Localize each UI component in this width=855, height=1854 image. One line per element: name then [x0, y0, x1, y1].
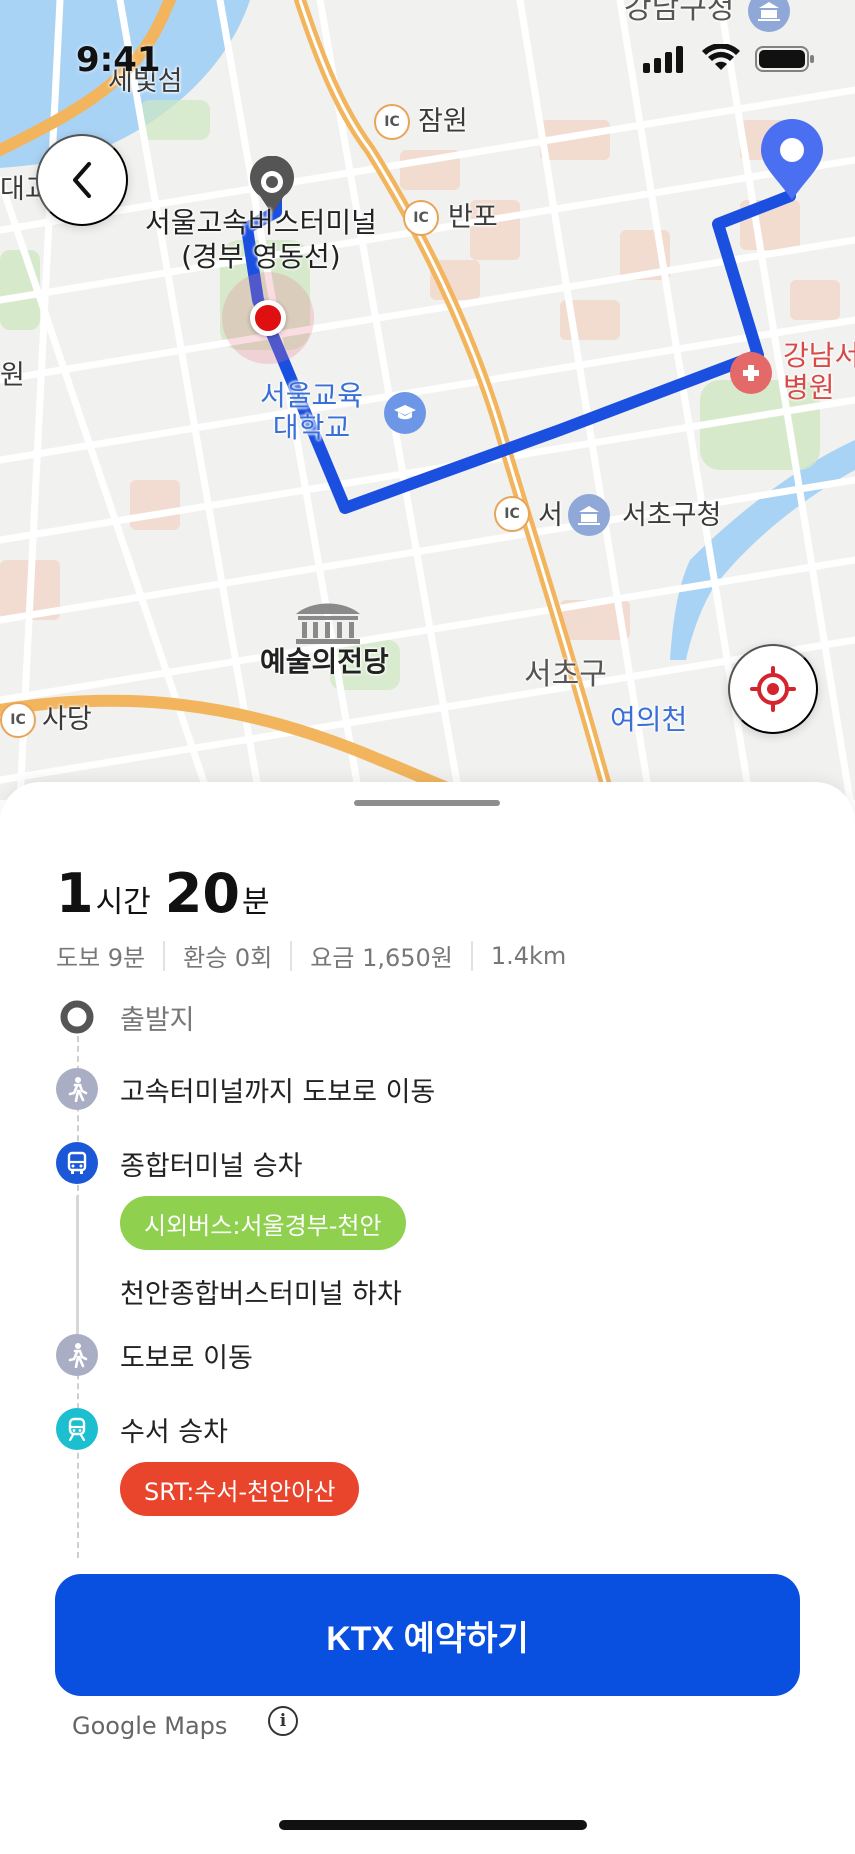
ic-badge-icon: IC: [0, 702, 36, 738]
status-bar: 9:41: [0, 0, 855, 110]
duration-hours: 1: [56, 862, 94, 925]
map-label-yeouicheon: 여의천: [610, 703, 688, 736]
sheet-grabber[interactable]: [354, 800, 500, 806]
walking-person-icon: [56, 1334, 98, 1376]
route-detail-sheet: 1 시간 20 분 도보 9분 환승 0회 요금 1,650원 1.4km 출발…: [0, 782, 855, 1854]
summary-divider: [290, 940, 293, 971]
concert-hall-icon: [296, 603, 360, 644]
destination-pin-icon[interactable]: [757, 118, 827, 202]
map-label-won: 원: [0, 360, 25, 391]
step-origin[interactable]: 출발지: [56, 996, 195, 1038]
summary-transfers: 환승 0회: [183, 944, 273, 972]
duration-hours-unit: 시간: [95, 885, 151, 920]
government-building-icon: [568, 494, 610, 536]
map-label-bus-terminal: 서울고속버스터미널 (경부 영동선): [145, 206, 377, 273]
map-label-jamwon: 잠원: [418, 106, 468, 137]
ktx-reservation-button[interactable]: KTX 예약하기: [55, 1574, 800, 1696]
walking-person-icon: [56, 1068, 98, 1110]
cellular-signal-icon: [643, 46, 683, 73]
step-bus-alight-label: 천안종합버스터미널 하차: [120, 1279, 402, 1310]
map-label-seocho-gu: 서초구: [524, 657, 607, 692]
map-attribution: Google Maps: [72, 1712, 228, 1740]
wifi-icon: [702, 44, 740, 70]
trip-duration: 1 시간 20 분: [56, 862, 284, 925]
ic-badge-icon: IC: [403, 200, 439, 236]
hospital-icon: [730, 352, 772, 394]
home-indicator[interactable]: [279, 1820, 587, 1830]
summary-divider: [470, 940, 473, 971]
step-train-board[interactable]: 수서 승차: [56, 1408, 228, 1450]
train-icon: [56, 1408, 98, 1450]
step-walk-1[interactable]: 고속터미널까지 도보로 이동: [56, 1068, 435, 1110]
my-location-button[interactable]: [728, 644, 818, 734]
summary-divider: [163, 940, 166, 971]
bus-route-chip[interactable]: 시외버스:서울경부-천안: [120, 1196, 406, 1250]
map-view[interactable]: 강남구청 세빛섬 대교 IC 잠원 IC 반포 서울고속버스터미널 (경부 영동…: [0, 0, 855, 800]
status-time: 9:41: [76, 40, 161, 80]
step-walk-2[interactable]: 도보로 이동: [56, 1334, 253, 1376]
ic-badge-icon: IC: [494, 496, 530, 532]
trip-summary: 도보 9분 환승 0회 요금 1,650원 1.4km: [56, 938, 566, 973]
map-label-university: 서울교육 대학교: [260, 379, 364, 445]
summary-walk-time: 도보 9분: [56, 944, 146, 972]
step-origin-label: 출발지: [120, 1004, 195, 1036]
step-walk-1-label: 고속터미널까지 도보로 이동: [120, 1076, 436, 1108]
summary-fare: 요금 1,650원: [310, 944, 453, 972]
info-icon[interactable]: i: [268, 1706, 298, 1736]
step-bus-board[interactable]: 종합터미널 승차: [56, 1142, 302, 1184]
map-label-banpo: 반포: [448, 202, 498, 233]
bus-icon: [56, 1142, 98, 1184]
graduation-cap-icon: [384, 392, 426, 434]
duration-minutes: 20: [164, 862, 240, 925]
map-label-gangnam-hospital: 강남서 병원: [783, 339, 855, 405]
chevron-left-icon: [73, 162, 91, 198]
crosshair-target-icon: [750, 666, 796, 712]
train-route-chip[interactable]: SRT:수서-천안아산: [120, 1462, 360, 1516]
current-location-dot: [250, 300, 286, 336]
step-bus-board-label: 종합터미널 승차: [120, 1150, 303, 1182]
step-walk-2-label: 도보로 이동: [120, 1342, 253, 1374]
back-button[interactable]: [36, 134, 128, 226]
origin-marker-icon: [56, 996, 98, 1038]
map-label-arts-center: 예술의전당: [260, 645, 389, 678]
summary-distance: 1.4km: [490, 941, 567, 970]
map-label-seocho-gucheong: 서초구청: [622, 500, 722, 531]
map-label-seo: 서: [538, 500, 563, 531]
duration-minutes-unit: 분: [241, 885, 270, 920]
map-label-sadang: 사당: [42, 704, 92, 735]
battery-icon: [755, 46, 814, 72]
step-train-board-label: 수서 승차: [120, 1416, 228, 1448]
